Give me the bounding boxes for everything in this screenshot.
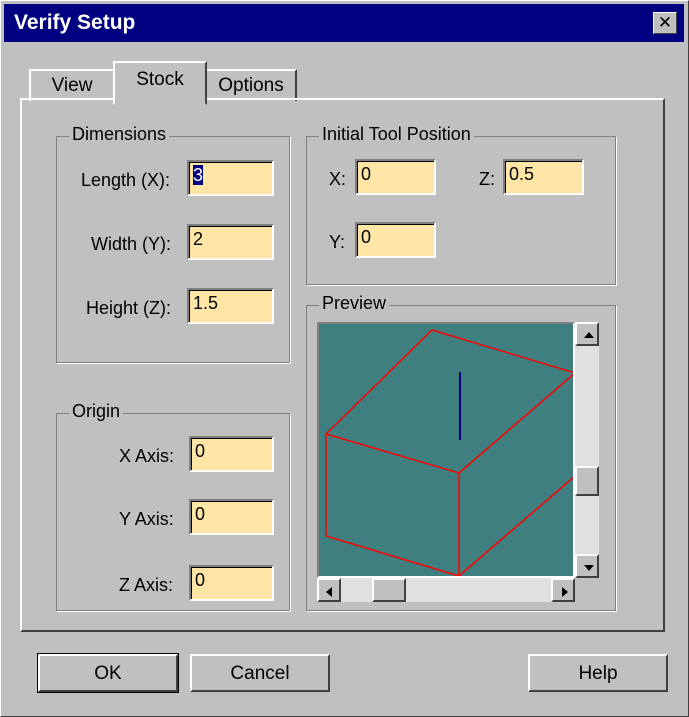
tool-y-field[interactable]: 0: [355, 222, 436, 258]
preview-viewport: [317, 322, 575, 578]
origin-group-title: Origin: [69, 401, 124, 422]
window-title: Verify Setup: [14, 11, 136, 34]
cancel-button[interactable]: Cancel: [190, 654, 330, 692]
tool-x-label: X:: [329, 169, 347, 189]
stock-tab-panel: Dimensions Length (X): 3 Width (Y): 2 He…: [20, 98, 665, 632]
arrow-up-icon: [584, 332, 594, 338]
arrow-down-icon: [584, 565, 594, 571]
tool-position-group-title: Initial Tool Position: [319, 124, 474, 145]
ok-button[interactable]: OK: [37, 653, 179, 693]
scroll-up-button[interactable]: [575, 322, 599, 346]
scroll-down-button[interactable]: [575, 554, 599, 578]
box-front-left-face: [325, 433, 460, 576]
stock-box-wireframe: [325, 329, 573, 576]
origin-z-label: Z Axis:: [119, 575, 174, 595]
origin-x-field[interactable]: 0: [189, 436, 274, 472]
length-field[interactable]: 3: [187, 160, 274, 196]
dimensions-group-title: Dimensions: [69, 124, 170, 145]
preview-horizontal-scrollbar[interactable]: [317, 578, 575, 602]
box-top-front-edge: [458, 373, 573, 474]
origin-y-label: Y Axis:: [119, 509, 174, 529]
title-bar: Verify Setup ✕: [4, 4, 684, 42]
tool-y-label: Y:: [329, 232, 346, 252]
box-bottom-right-edge: [458, 476, 573, 576]
box-back-left-edge: [325, 329, 573, 435]
tab-options[interactable]: Options: [205, 69, 297, 101]
tool-z-field[interactable]: 0.5: [503, 159, 584, 195]
preview-group: Preview: [306, 293, 616, 611]
tool-position-group: Initial Tool Position X: 0 Z: 0.5 Y: 0: [306, 124, 616, 285]
scroll-right-button[interactable]: [551, 578, 575, 602]
width-field[interactable]: 2: [187, 224, 274, 260]
tool-z-label: Z:: [479, 169, 495, 189]
length-label: Length (X):: [81, 170, 171, 190]
height-label: Height (Z):: [86, 298, 172, 318]
origin-group: Origin X Axis: 0 Y Axis: 0 Z Axis: 0: [56, 401, 290, 611]
dimensions-group: Dimensions Length (X): 3 Width (Y): 2 He…: [56, 124, 290, 363]
tab-view[interactable]: View: [29, 69, 115, 101]
arrow-left-icon: [326, 587, 332, 597]
stock-edges: [325, 329, 573, 576]
scroll-left-button[interactable]: [317, 578, 341, 602]
width-label: Width (Y):: [91, 234, 172, 254]
preview-group-title: Preview: [319, 293, 390, 314]
horizontal-scroll-thumb[interactable]: [372, 578, 406, 602]
close-icon[interactable]: ✕: [653, 12, 677, 34]
arrow-right-icon: [562, 587, 568, 597]
height-field[interactable]: 1.5: [187, 288, 274, 324]
origin-x-label: X Axis:: [119, 446, 175, 466]
help-button[interactable]: Help: [528, 654, 668, 692]
origin-z-field[interactable]: 0: [189, 565, 274, 601]
origin-y-field[interactable]: 0: [189, 499, 274, 535]
preview-vertical-scrollbar[interactable]: [575, 322, 599, 578]
verify-setup-dialog: Verify Setup ✕ View Stock Options Dimens…: [0, 0, 689, 717]
vertical-scroll-thumb[interactable]: [575, 466, 599, 496]
tab-stock[interactable]: Stock: [113, 61, 207, 105]
tool-x-field[interactable]: 0: [355, 159, 436, 195]
